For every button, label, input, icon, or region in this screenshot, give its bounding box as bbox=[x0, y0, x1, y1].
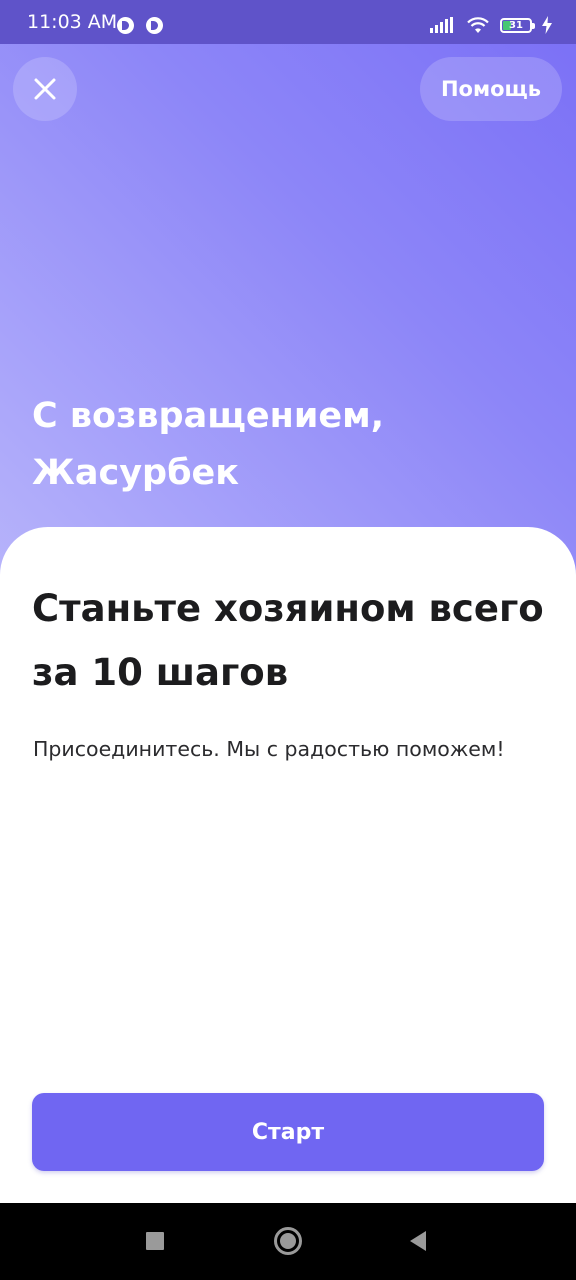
recents-icon bbox=[146, 1232, 164, 1250]
help-button[interactable]: Помощь bbox=[420, 57, 562, 121]
app-notification-icon bbox=[117, 17, 134, 34]
battery-level: 31 bbox=[509, 19, 523, 31]
back-button[interactable] bbox=[400, 1223, 436, 1259]
sheet-title-line-2: за 10 шагов bbox=[32, 651, 289, 694]
welcome-line-1: С возвращением, bbox=[32, 396, 384, 436]
charging-icon bbox=[542, 16, 552, 34]
close-button[interactable] bbox=[13, 57, 77, 121]
wifi-icon bbox=[467, 17, 489, 33]
welcome-user-name: Жасурбек bbox=[32, 453, 240, 493]
screen: 11:03 AM 31 Помощь С возвращением, Жасур… bbox=[0, 0, 576, 1280]
sheet-title-line-1: Станьте хозяином всего bbox=[32, 587, 544, 630]
navigation-bar bbox=[0, 1203, 576, 1280]
sheet-subtitle: Присоединитесь. Мы с радостью поможем! bbox=[33, 737, 505, 761]
start-button[interactable]: Старт bbox=[32, 1093, 544, 1171]
status-bar: 11:03 AM 31 bbox=[0, 0, 576, 44]
home-button[interactable] bbox=[270, 1223, 306, 1259]
signal-icon bbox=[430, 17, 453, 33]
recents-button[interactable] bbox=[137, 1223, 173, 1259]
app-notification-icon bbox=[146, 17, 163, 34]
status-icons: 31 bbox=[430, 14, 552, 36]
battery-cap bbox=[532, 22, 535, 29]
sheet-title: Станьте хозяином всего за 10 шагов bbox=[32, 577, 552, 705]
status-time: 11:03 AM bbox=[27, 11, 118, 33]
home-icon bbox=[274, 1227, 302, 1255]
welcome-title: С возвращением, Жасурбек bbox=[32, 388, 552, 502]
battery-icon: 31 bbox=[500, 17, 535, 33]
close-icon bbox=[34, 78, 56, 100]
bottom-sheet: Станьте хозяином всего за 10 шагов Присо… bbox=[0, 527, 576, 1203]
back-icon bbox=[410, 1231, 426, 1251]
